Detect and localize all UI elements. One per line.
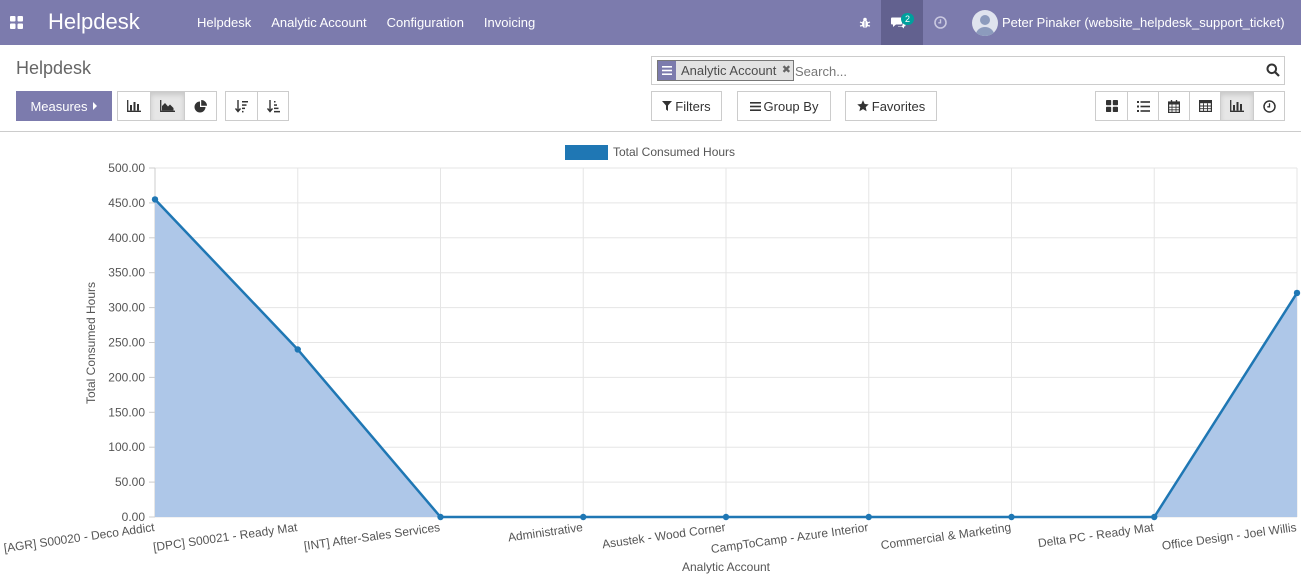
sort-ascending-button[interactable] [257,91,289,121]
messages-count-badge: 2 [901,13,915,25]
bar-chart-view-icon [1230,100,1244,112]
line-chart-button[interactable] [150,91,185,121]
calendar-icon [1168,99,1180,113]
y-tick-label: 300.00 [108,301,145,315]
x-tick-label: [AGR] S00020 - Deco Addict [3,520,156,555]
y-tick-label: 250.00 [108,336,145,350]
apps-menu-button[interactable] [0,0,33,45]
list-view-button[interactable] [1127,91,1159,121]
search-icon[interactable] [1266,63,1280,77]
x-tick-label: Office Design - Joel Willis [1161,520,1297,553]
kanban-view-button[interactable] [1095,91,1128,121]
facet-value: Analytic Account [681,63,777,78]
bars-icon [749,101,761,111]
y-tick-label: 350.00 [108,266,145,280]
y-tick-label: 150.00 [108,405,145,419]
favorites-label: Favorites [871,98,926,114]
group-by-label: Group By [763,98,819,114]
x-axis-title: Analytic Account [682,560,771,574]
caret-right-icon [92,102,97,110]
filters-label: Filters [675,98,711,114]
calendar-view-button[interactable] [1158,91,1190,121]
user-menu[interactable]: Peter Pinaker (website_helpdesk_support_… [962,0,1285,45]
activity-view-button[interactable] [1253,91,1285,121]
y-tick-label: 50.00 [115,475,145,489]
clock-view-icon [1262,99,1276,113]
table-icon [1198,100,1212,112]
group-by-facet-icon [658,61,676,80]
measures-label: Measures [30,98,88,114]
star-icon [857,100,869,112]
filter-icon [662,101,673,111]
app-brand: Helpdesk [48,9,140,34]
search-input[interactable] [795,61,1245,81]
avatar [972,9,998,36]
x-tick-label: CampToCamp - Azure Interior [710,520,869,556]
menu-item-invoicing[interactable]: Invoicing [474,0,545,45]
debug-button[interactable] [849,0,881,45]
menu-item-configuration[interactable]: Configuration [377,0,474,45]
graph-view-button[interactable] [1220,91,1254,121]
group-by-button[interactable]: Group By [737,91,831,121]
user-name: Peter Pinaker (website_helpdesk_support_… [1002,15,1285,30]
x-tick-label: Commercial & Marketing [880,520,1012,552]
pivot-view-button[interactable] [1189,91,1221,121]
data-point [294,346,301,353]
top-navbar: Helpdesk Helpdesk Analytic Account Confi… [0,0,1301,45]
pie-chart-button[interactable] [184,91,217,121]
pie-chart-icon [194,99,207,112]
clock-icon [933,16,947,29]
line-chart: 0.0050.00100.00150.00200.00250.00300.003… [3,145,1301,574]
control-panel: Helpdesk Analytic Account ✖ Measures [0,45,1301,132]
search-box: Analytic Account ✖ [651,56,1285,85]
sort-descending-button[interactable] [225,91,258,121]
legend-label: Total Consumed Hours [613,145,735,159]
main-menu: Helpdesk Analytic Account Configuration … [187,0,545,45]
x-tick-label: [INT] After-Sales Services [303,520,441,553]
measures-button[interactable]: Measures [16,91,112,121]
remove-facet-icon[interactable]: ✖ [779,61,793,80]
y-tick-label: 100.00 [108,440,145,454]
menu-item-helpdesk[interactable]: Helpdesk [187,0,261,45]
data-point [151,196,159,203]
x-tick-label: Administrative [507,520,584,544]
apps-grid-icon [10,16,23,29]
y-tick-label: 450.00 [108,196,145,210]
y-tick-label: 200.00 [108,370,145,384]
area-chart-icon [160,100,175,112]
menu-item-analytic-account[interactable]: Analytic Account [261,0,376,45]
data-point [1293,289,1301,297]
sort-amount-desc-icon [235,99,248,113]
filters-button[interactable]: Filters [651,91,722,121]
list-icon [1136,100,1150,112]
favorites-button[interactable]: Favorites [845,91,937,121]
messaging-button[interactable]: 2 [881,0,923,45]
bar-chart-icon [127,100,141,112]
sort-amount-asc-icon [266,99,280,113]
bug-icon [859,17,871,28]
y-tick-label: 400.00 [108,231,145,245]
bar-chart-button[interactable] [117,91,151,121]
th-large-icon [1105,100,1118,112]
x-tick-label: [DPC] S00021 - Ready Mat [152,520,299,554]
y-axis-title: Total Consumed Hours [84,282,98,404]
x-tick-label: Delta PC - Ready Mat [1037,520,1155,550]
search-facet: Analytic Account ✖ [657,60,795,81]
user-avatar-icon [975,14,995,36]
breadcrumb: Helpdesk [16,58,92,78]
activity-button[interactable] [923,0,957,45]
x-tick-label: Asustek - Wood Corner [601,520,726,551]
legend-swatch [565,145,608,160]
y-tick-label: 500.00 [108,161,145,175]
